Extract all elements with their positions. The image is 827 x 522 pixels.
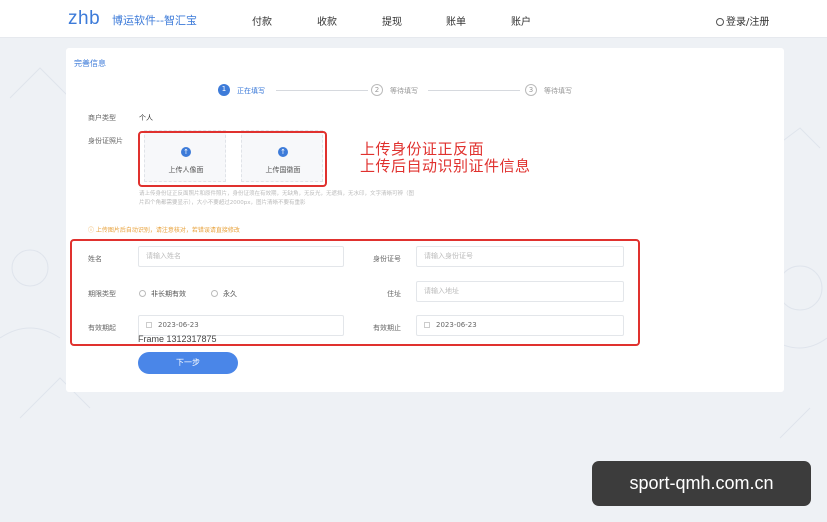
watermark: sport-qmh.com.cn (592, 461, 811, 506)
top-navigation-bar: zhb 博运软件--智汇宝 付款 收款 提现 账单 账户 登录/注册 (0, 0, 827, 38)
step-2-label: 等待填写 (390, 87, 418, 95)
step-2-indicator: 2 (371, 84, 383, 96)
nav-item-payment[interactable]: 付款 (252, 13, 272, 28)
nav-item-withdraw[interactable]: 提现 (382, 13, 402, 28)
login-register-link[interactable]: 登录/注册 (716, 13, 769, 28)
logo[interactable]: zhb (68, 8, 100, 30)
form-highlight-box (70, 239, 640, 346)
brand-name: 博运软件--智汇宝 (112, 14, 197, 27)
step-connector (276, 90, 368, 91)
login-register-label: 登录/注册 (726, 17, 770, 28)
annotation-line-2: 上传后自动识别证件信息 (360, 157, 531, 175)
upload-highlight-box (138, 131, 327, 187)
nav-item-account[interactable]: 账户 (511, 13, 531, 28)
card-title: 完善信息 (74, 59, 106, 68)
upload-instructions: 请上传身份证正反面照片和原件照片，身份证须在有效期，无缺角，无反光，无遮挡，无水… (139, 191, 415, 197)
nav-item-bills[interactable]: 账单 (446, 13, 466, 28)
nav-item-collection[interactable]: 收款 (317, 13, 337, 28)
merchant-type-label: 商户类型 (88, 114, 116, 122)
step-3-label: 等待填写 (544, 87, 572, 95)
auto-recognition-warning: ⓘ 上传图片后自动识别，请注意核对，若错误请直接修改 (88, 227, 240, 234)
upload-instructions: 片四个角都需要显示），大小不要超过2000px，图片清晰不要有重影 (139, 200, 306, 206)
id-photo-label: 身份证照片 (88, 137, 123, 145)
step-1-label: 正在填写 (237, 87, 265, 95)
step-3-indicator: 3 (525, 84, 537, 96)
user-icon (716, 18, 724, 26)
merchant-type-value: 个人 (139, 114, 153, 122)
step-connector (428, 90, 520, 91)
next-step-button[interactable]: 下一步 (138, 352, 238, 374)
warning-text: 上传图片后自动识别，请注意核对，若错误请直接修改 (95, 227, 240, 234)
step-1-indicator: 1 (218, 84, 230, 96)
